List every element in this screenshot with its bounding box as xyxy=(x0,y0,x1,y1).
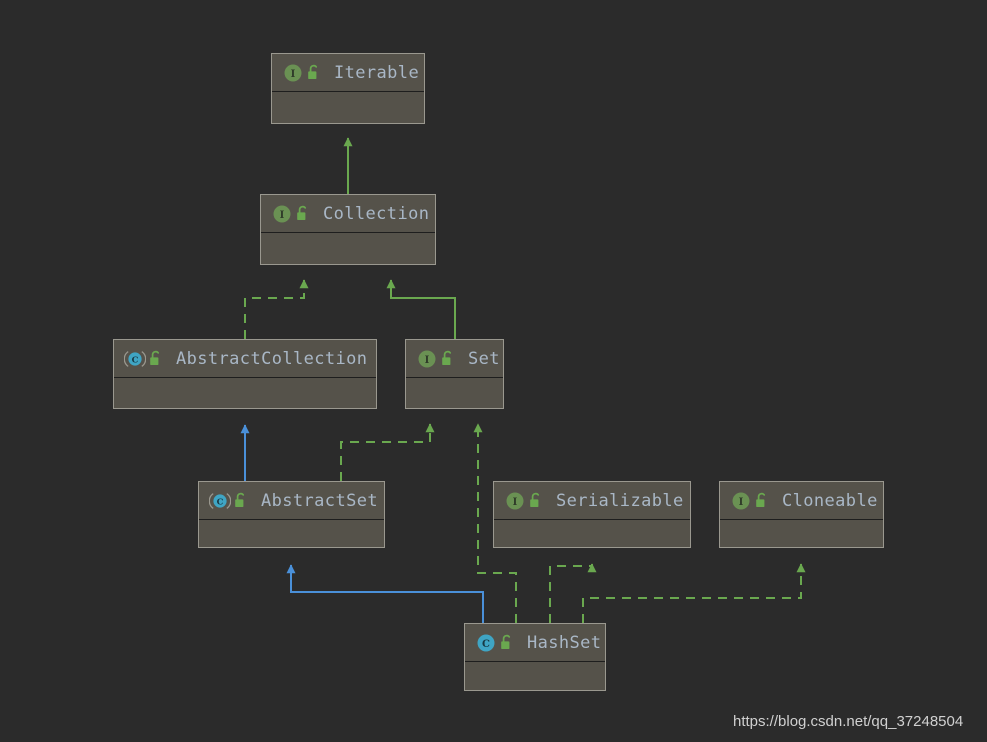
uml-node-members xyxy=(406,378,503,408)
uml-edge-hashset-implements-cloneable xyxy=(582,563,806,623)
svg-text:I: I xyxy=(739,497,744,508)
uml-node-members xyxy=(465,662,605,690)
public-unlock-icon xyxy=(528,492,544,510)
abstract-class-icon: C xyxy=(208,492,232,510)
interface-icon: I xyxy=(282,64,304,82)
uml-node-members xyxy=(114,378,376,408)
uml-node-header: I Cloneable xyxy=(720,482,883,520)
uml-node-members xyxy=(199,520,384,547)
uml-node-name: Cloneable xyxy=(782,490,878,511)
uml-node-header: I Collection xyxy=(261,195,435,233)
svg-text:I: I xyxy=(513,497,518,508)
svg-text:I: I xyxy=(280,210,285,221)
public-unlock-icon xyxy=(499,634,515,652)
public-unlock-icon xyxy=(148,350,164,368)
svg-text:I: I xyxy=(425,355,430,366)
uml-node-header: I Set xyxy=(406,340,503,378)
public-unlock-icon xyxy=(295,205,311,223)
watermark-text: https://blog.csdn.net/qq_37248504 xyxy=(733,713,964,730)
abstract-class-icon: C xyxy=(123,350,147,368)
public-unlock-icon xyxy=(233,492,249,510)
uml-node-hashset[interactable]: C HashSet xyxy=(464,623,606,691)
interface-icon: I xyxy=(504,492,526,510)
uml-node-header: C HashSet xyxy=(465,624,605,662)
interface-icon: I xyxy=(730,492,752,510)
class-icon: C xyxy=(475,634,497,652)
uml-node-members xyxy=(494,520,690,547)
interface-icon: I xyxy=(416,350,438,368)
public-unlock-icon xyxy=(306,64,322,82)
svg-text:I: I xyxy=(291,69,296,80)
uml-node-header: C AbstractSet xyxy=(199,482,384,520)
uml-node-name: AbstractSet xyxy=(261,490,378,511)
uml-node-name: HashSet xyxy=(527,632,602,653)
uml-edge-set-extends-collection xyxy=(386,279,456,339)
uml-node-set[interactable]: I Set xyxy=(405,339,504,409)
uml-edge-hashset-implements-serializable xyxy=(549,563,597,623)
svg-text:C: C xyxy=(217,497,224,507)
uml-node-cloneable[interactable]: I Cloneable xyxy=(719,481,884,548)
uml-edge-hashset-extends-abstractset xyxy=(286,564,484,623)
uml-node-name: Serializable xyxy=(556,490,684,511)
uml-node-name: Set xyxy=(468,348,500,369)
uml-node-header: I Serializable xyxy=(494,482,690,520)
interface-icon: I xyxy=(271,205,293,223)
public-unlock-icon xyxy=(440,350,456,368)
uml-node-header: C AbstractCollection xyxy=(114,340,376,378)
public-unlock-icon xyxy=(754,492,770,510)
uml-diagram-canvas: I Iterable I Collection C AbstractCollection I… xyxy=(0,0,987,742)
uml-node-members xyxy=(261,233,435,264)
uml-node-collection[interactable]: I Collection xyxy=(260,194,436,265)
svg-text:C: C xyxy=(132,355,139,365)
uml-node-abstractcollection[interactable]: C AbstractCollection xyxy=(113,339,377,409)
uml-node-header: I Iterable xyxy=(272,54,424,92)
uml-node-members xyxy=(720,520,883,547)
uml-edge-abstractset-implements-set xyxy=(340,423,435,481)
uml-node-iterable[interactable]: I Iterable xyxy=(271,53,425,124)
svg-text:C: C xyxy=(482,639,490,650)
uml-node-abstractset[interactable]: C AbstractSet xyxy=(198,481,385,548)
uml-node-name: Collection xyxy=(323,203,430,224)
uml-node-name: AbstractCollection xyxy=(176,348,368,369)
uml-node-members xyxy=(272,92,424,123)
uml-node-name: Iterable xyxy=(334,62,420,83)
uml-node-serializable[interactable]: I Serializable xyxy=(493,481,691,548)
uml-edge-abstractcollection-implements-collection xyxy=(244,279,309,339)
